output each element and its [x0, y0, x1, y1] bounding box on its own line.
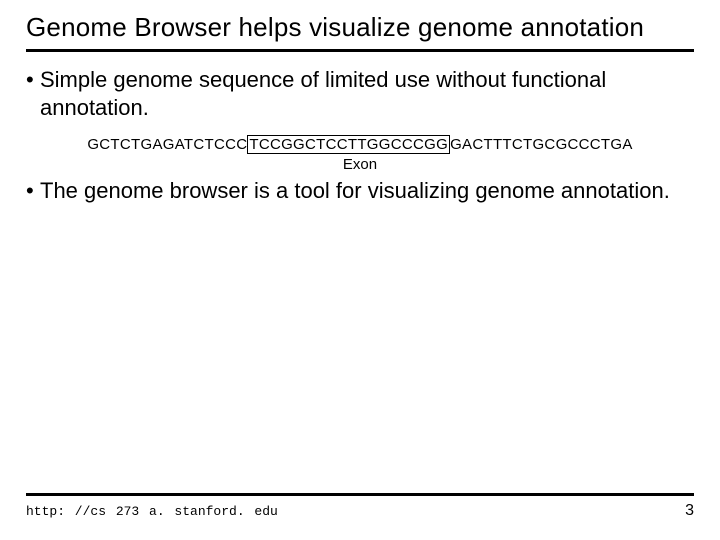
sequence-pre: GCTCTGAGATCTCCC	[87, 136, 247, 153]
bullet-item: • Simple genome sequence of limited use …	[26, 66, 694, 121]
bullet-text: The genome browser is a tool for visuali…	[40, 177, 694, 205]
sequence-post: GACTTTCTGCGCCCTGA	[450, 136, 633, 153]
sequence-boxed-exon: TCCGGCTCCTTGGCCCGG	[247, 135, 450, 154]
bullet-dot-icon: •	[26, 177, 40, 205]
footer-rule	[26, 493, 694, 496]
bullet-item: • The genome browser is a tool for visua…	[26, 177, 694, 205]
exon-label: Exon	[26, 156, 694, 173]
sequence-block: GCTCTGAGATCTCCCTCCGGCTCCTTGGCCCGGGACTTTC…	[26, 135, 694, 173]
footer-url: http: //cs 273 a. stanford. edu	[26, 504, 278, 519]
slide-body: • Simple genome sequence of limited use …	[26, 52, 694, 205]
bullet-dot-icon: •	[26, 66, 40, 94]
slide: Genome Browser helps visualize genome an…	[0, 0, 720, 540]
footer: http: //cs 273 a. stanford. edu 3	[26, 502, 694, 520]
page-number: 3	[685, 502, 694, 520]
dna-sequence: GCTCTGAGATCTCCCTCCGGCTCCTTGGCCCGGGACTTTC…	[87, 135, 632, 154]
slide-title: Genome Browser helps visualize genome an…	[26, 12, 694, 43]
bullet-text: Simple genome sequence of limited use wi…	[40, 66, 694, 121]
